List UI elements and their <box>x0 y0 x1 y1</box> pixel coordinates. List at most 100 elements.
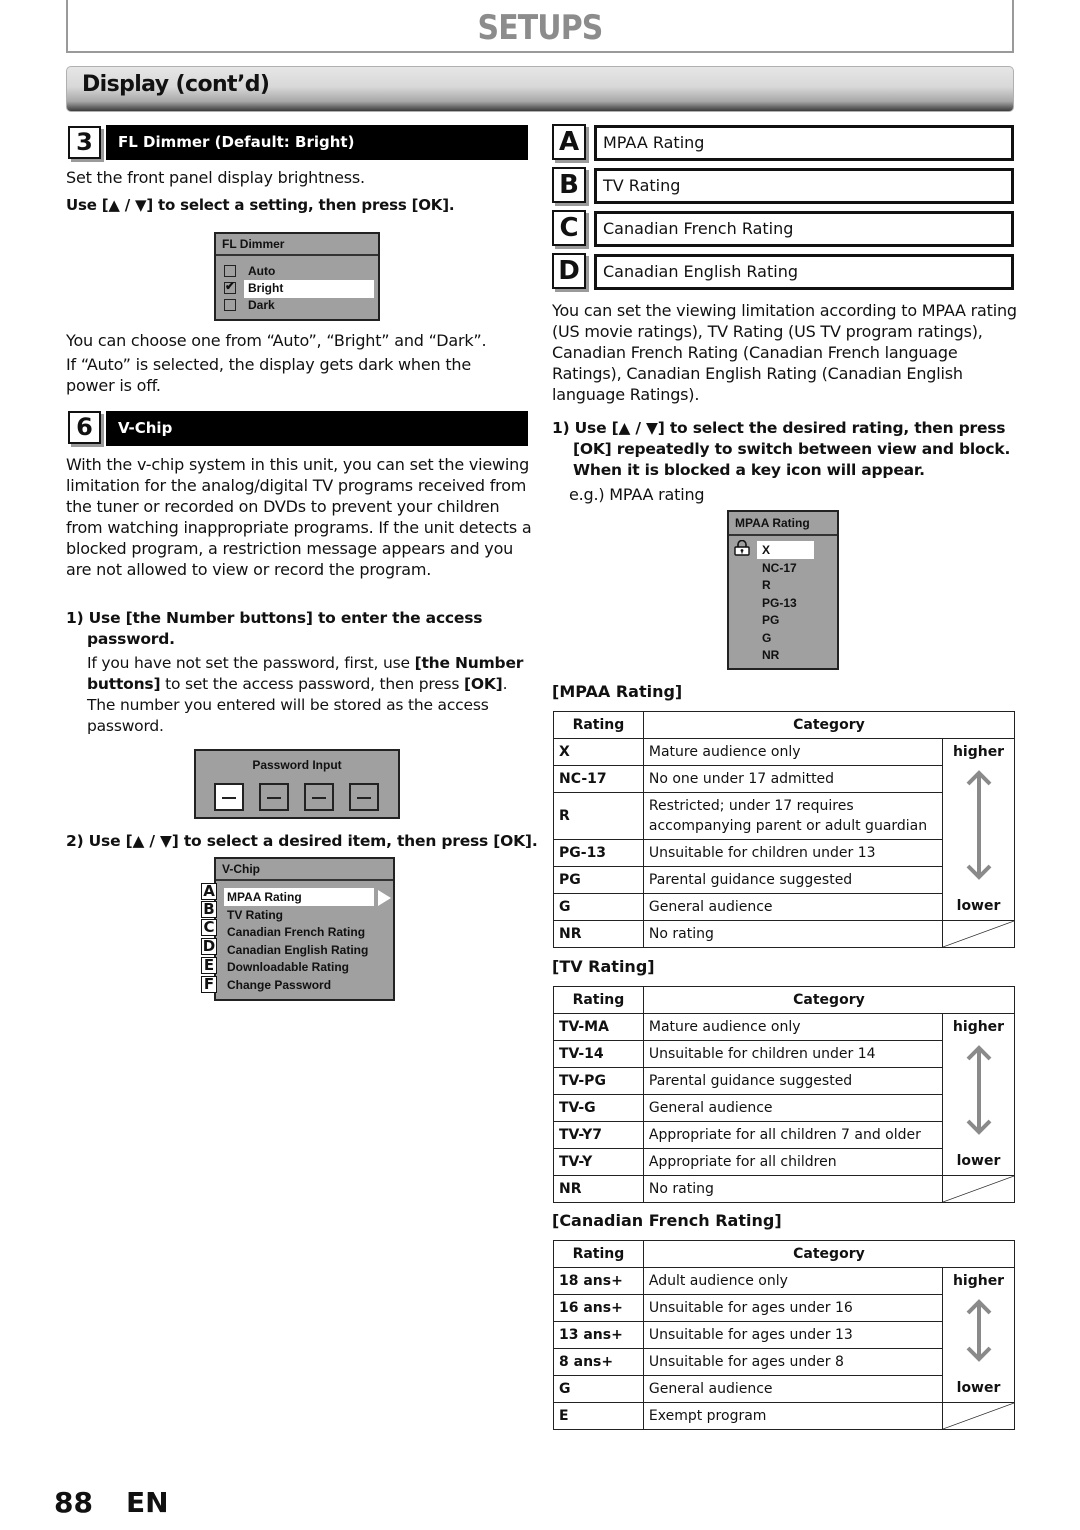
rating-item-g[interactable]: G <box>762 631 771 645</box>
option-bright[interactable]: Bright <box>248 281 283 295</box>
password-digit-1[interactable] <box>214 783 244 811</box>
rating-cell: 16 ans+ <box>553 1294 644 1322</box>
password-digit-4[interactable] <box>349 783 379 811</box>
fl-dimmer-heading: FL Dimmer (Default: Bright) <box>106 125 528 160</box>
category-cell: Adult audience only <box>642 1267 944 1295</box>
col-header-rating: Rating <box>553 1240 644 1268</box>
rating-cell: G <box>553 1375 644 1403</box>
category-cell: Restricted; under 17 requires accompanyi… <box>642 792 944 840</box>
rating-cell: TV-MA <box>553 1013 644 1041</box>
table-row: E Exempt program <box>553 1402 1015 1430</box>
password-digit-3[interactable] <box>304 783 334 811</box>
menu-item-tv[interactable]: TV Rating <box>227 908 283 922</box>
rating-item-pg[interactable]: PG <box>762 613 779 627</box>
scale-column: higher lower <box>942 1267 1015 1403</box>
vchip-step2-heading: 2) Use [▲ / ▼] to select a desired item,… <box>66 832 538 850</box>
col-header-category: Category <box>642 986 1016 1014</box>
rating-cell: TV-Y7 <box>553 1121 644 1149</box>
scale-column: higher lower <box>942 738 1015 921</box>
rating-item-pg13[interactable]: PG-13 <box>762 596 797 610</box>
table-row: X Mature audience only higher lower <box>553 738 1015 921</box>
category-cell: Parental guidance suggested <box>642 866 944 894</box>
menu-item-canadian-english[interactable]: Canadian English Rating <box>227 943 368 957</box>
body-bold: [OK] <box>464 675 503 693</box>
arrow-right-icon <box>378 890 391 906</box>
col-header-category: Category <box>642 1240 1016 1268</box>
rating-intro: You can set the viewing limitation accor… <box>552 301 1017 404</box>
category-cell: General audience <box>642 1094 944 1122</box>
fl-dimmer-note-1: You can choose one from “Auto”, “Bright”… <box>66 331 487 350</box>
fl-dimmer-note-2: If “Auto” is selected, the display gets … <box>66 355 471 395</box>
category-cell: Appropriate for all children <box>642 1148 944 1176</box>
section-title: Display (cont’d) <box>82 72 270 97</box>
item-tv-rating: TV Rating <box>594 168 1014 204</box>
rating-cell: TV-G <box>553 1094 644 1122</box>
category-cell: General audience <box>642 1375 944 1403</box>
category-cell: No rating <box>642 1175 944 1203</box>
category-cell: Parental guidance suggested <box>642 1067 944 1095</box>
table-row: NR No rating <box>553 920 1015 948</box>
category-cell: Mature audience only <box>642 738 944 766</box>
step-number-6: 6 <box>68 411 101 444</box>
rating-cell: PG <box>553 866 644 894</box>
rating-item-r[interactable]: R <box>762 578 771 592</box>
password-digit-2[interactable] <box>259 783 289 811</box>
rating-cell: TV-PG <box>553 1067 644 1095</box>
menu-item-downloadable[interactable]: Downloadable Rating <box>227 960 349 974</box>
category-cell: Unsuitable for ages under 8 <box>642 1348 944 1376</box>
category-cell: Unsuitable for children under 13 <box>642 839 944 867</box>
category-cell: Exempt program <box>642 1402 944 1430</box>
tv-table-title: [TV Rating] <box>552 957 655 976</box>
col-header-rating: Rating <box>553 986 644 1014</box>
scale-column: higher lower <box>942 1013 1015 1176</box>
rating-step1-line2: [OK] repeatedly to switch between view a… <box>573 440 1011 458</box>
menu-item-change-password[interactable]: Change Password <box>227 978 331 992</box>
rating-cell: NR <box>553 1175 644 1203</box>
vchip-step1-heading: 1) Use [the Number buttons] to enter the… <box>66 609 483 648</box>
category-cell: Mature audience only <box>642 1013 944 1041</box>
table-row: 18 ans+ Adult audience only higher lower <box>553 1267 1015 1403</box>
item-letter-a: A <box>552 124 586 160</box>
vchip-intro: With the v-chip system in this unit, you… <box>66 455 532 579</box>
category-cell: No one under 17 admitted <box>642 765 944 793</box>
col-header-rating: Rating <box>553 711 644 739</box>
rating-cell: NC-17 <box>553 765 644 793</box>
category-cell: Unsuitable for children under 14 <box>642 1040 944 1068</box>
scale-lower: lower <box>956 1380 1001 1396</box>
checkbox-bright[interactable]: ✔ <box>224 279 236 294</box>
item-mpaa-rating: MPAA Rating <box>594 125 1014 161</box>
osd-title: MPAA Rating <box>729 512 837 536</box>
col-header-category: Category <box>642 711 1016 739</box>
rating-item-nc17[interactable]: NC-17 <box>762 561 797 575</box>
rating-cell: 8 ans+ <box>553 1348 644 1376</box>
option-dark[interactable]: Dark <box>248 298 275 312</box>
letter-marker-e: E <box>201 957 217 974</box>
vchip-step1-body: If you have not set the password, first,… <box>87 653 535 737</box>
category-cell: Appropriate for all children 7 and older <box>642 1121 944 1149</box>
mpaa-rating-table: Rating Category X Mature audience only high… <box>553 711 1016 948</box>
scale-higher: higher <box>952 744 1005 760</box>
fl-dimmer-intro: Set the front panel display brightness. <box>66 168 365 187</box>
checkbox-auto[interactable] <box>224 265 236 277</box>
menu-item-canadian-french[interactable]: Canadian French Rating <box>227 925 365 939</box>
category-cell: Unsuitable for ages under 13 <box>642 1321 944 1349</box>
rating-cell: NR <box>553 920 644 948</box>
item-letter-c: C <box>552 210 586 246</box>
rating-cell: X <box>553 738 644 766</box>
scale-higher: higher <box>952 1273 1005 1289</box>
password-input-osd: Password Input <box>194 749 400 819</box>
step-number-3: 3 <box>68 126 101 159</box>
canadian-french-rating-table: Rating Category 18 ans+ Adult audience onl… <box>553 1240 1016 1430</box>
osd-title: V-Chip <box>216 859 393 881</box>
rating-cell: TV-14 <box>553 1040 644 1068</box>
lock-icon <box>733 539 750 556</box>
checkbox-dark[interactable] <box>224 299 236 311</box>
osd-title: FL Dimmer <box>216 234 378 256</box>
fl-dimmer-osd: FL Dimmer Auto ✔ Bright Dark <box>214 232 380 321</box>
rating-cell: E <box>553 1402 644 1430</box>
option-auto[interactable]: Auto <box>248 264 275 278</box>
letter-marker-b: B <box>201 901 217 918</box>
rating-item-nr[interactable]: NR <box>762 648 779 662</box>
rating-item-x[interactable]: X <box>762 543 770 557</box>
menu-item-mpaa[interactable]: MPAA Rating <box>227 890 302 904</box>
